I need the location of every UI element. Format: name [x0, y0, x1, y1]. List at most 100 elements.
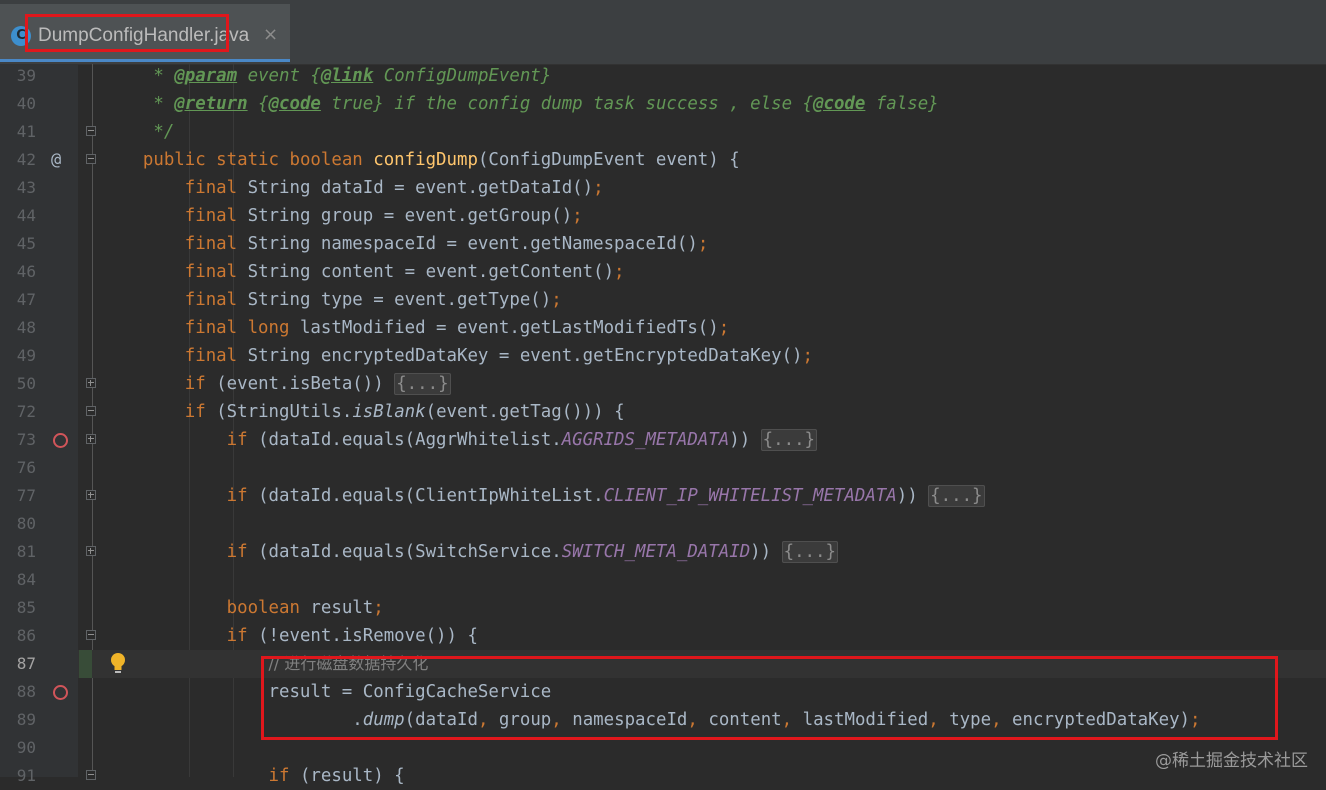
code-line[interactable]: 43 final String dataId = event.getDataId…: [0, 174, 1326, 202]
code-line[interactable]: 41 */: [0, 118, 1326, 146]
breakpoint-icon[interactable]: [53, 685, 68, 700]
code-line[interactable]: 47 final String type = event.getType();: [0, 286, 1326, 314]
fold-collapse-icon[interactable]: [86, 154, 96, 164]
code-line[interactable]: 49 final String encryptedDataKey = event…: [0, 342, 1326, 370]
folded-code-placeholder[interactable]: {...}: [928, 485, 985, 507]
code-line[interactable]: 73 if (dataId.equals(AggrWhitelist.AGGRI…: [0, 426, 1326, 454]
fold-collapse-icon[interactable]: [86, 770, 96, 780]
line-number[interactable]: 41: [0, 118, 36, 146]
fold-expand-icon[interactable]: [86, 546, 96, 556]
code-line[interactable]: 91 if (result) {: [0, 762, 1326, 790]
change-marker[interactable]: [79, 650, 92, 678]
line-number[interactable]: 84: [0, 566, 36, 594]
code-line[interactable]: 72 if (StringUtils.isBlank(event.getTag(…: [0, 398, 1326, 426]
fold-collapse-icon[interactable]: [86, 126, 96, 136]
fold-expand-icon[interactable]: [86, 434, 96, 444]
folded-code-placeholder[interactable]: {...}: [760, 429, 818, 451]
line-number[interactable]: 50: [0, 370, 36, 398]
code-line[interactable]: 39 * @param event {@link ConfigDumpEvent…: [0, 62, 1326, 90]
editor-tab-bar: C DumpConfigHandler.java ×: [0, 0, 1326, 65]
line-number[interactable]: 90: [0, 734, 36, 762]
line-number[interactable]: 89: [0, 706, 36, 734]
code-text: if (StringUtils.isBlank(event.getTag()))…: [101, 398, 625, 426]
line-number[interactable]: 39: [0, 62, 36, 90]
code-line[interactable]: 77 if (dataId.equals(ClientIpWhiteList.C…: [0, 482, 1326, 510]
fold-expand-icon[interactable]: [86, 490, 96, 500]
code-editor[interactable]: 39 * @param event {@link ConfigDumpEvent…: [0, 62, 1326, 786]
code-line[interactable]: 42 @ public static boolean configDump(Con…: [0, 146, 1326, 174]
line-number[interactable]: 72: [0, 398, 36, 426]
code-line[interactable]: 84: [0, 566, 1326, 594]
line-number[interactable]: 80: [0, 510, 36, 538]
code-text: final String group = event.getGroup();: [101, 202, 583, 230]
code-token: )): [896, 486, 929, 506]
code-token: SWITCH_META_DATAID: [561, 542, 751, 562]
code-line[interactable]: 81 if (dataId.equals(SwitchService.SWITC…: [0, 538, 1326, 566]
close-icon[interactable]: ×: [263, 24, 278, 45]
code-line[interactable]: 48 final long lastModified = event.getLa…: [0, 314, 1326, 342]
code-token: {: [247, 94, 269, 114]
folded-code-placeholder[interactable]: {...}: [781, 541, 838, 563]
line-number[interactable]: 45: [0, 230, 36, 258]
line-number[interactable]: 73: [0, 426, 36, 454]
code-line[interactable]: 44 final String group = event.getGroup()…: [0, 202, 1326, 230]
code-token: (dataId.equals(AggrWhitelist.: [258, 430, 562, 450]
code-token: (!event.isRemove()) {: [258, 626, 478, 646]
code-token: final: [184, 290, 248, 310]
fold-expand-icon[interactable]: [86, 378, 96, 388]
code-line[interactable]: 45 final String namespaceId = event.getN…: [0, 230, 1326, 258]
code-token: result: [310, 598, 374, 618]
line-number[interactable]: 86: [0, 622, 36, 650]
code-token: ConfigDumpEvent}: [373, 66, 552, 86]
code-line[interactable]: 76: [0, 454, 1326, 482]
code-token: final long: [184, 318, 300, 338]
code-token: ;: [373, 598, 384, 618]
breakpoint-icon[interactable]: [53, 433, 68, 448]
line-number[interactable]: 46: [0, 258, 36, 286]
line-number[interactable]: 81: [0, 538, 36, 566]
line-number[interactable]: 77: [0, 482, 36, 510]
line-number[interactable]: 76: [0, 454, 36, 482]
line-number[interactable]: 42: [0, 146, 36, 174]
line-number[interactable]: 44: [0, 202, 36, 230]
code-line[interactable]: 86 if (!event.isRemove()) {: [0, 622, 1326, 650]
code-text: final String type = event.getType();: [101, 286, 562, 314]
line-number[interactable]: 49: [0, 342, 36, 370]
line-number[interactable]: 47: [0, 286, 36, 314]
code-line[interactable]: 80: [0, 510, 1326, 538]
code-line[interactable]: 50 if (event.isBeta()) {...}: [0, 370, 1326, 398]
line-number[interactable]: 87: [0, 650, 36, 678]
line-number[interactable]: 48: [0, 314, 36, 342]
code-token: @link: [320, 66, 374, 86]
code-line[interactable]: 85 boolean result;: [0, 594, 1326, 622]
code-line[interactable]: 40 * @return {@code true} if the config …: [0, 90, 1326, 118]
override-icon[interactable]: @: [51, 146, 61, 174]
line-number[interactable]: 88: [0, 678, 36, 706]
line-number[interactable]: 85: [0, 594, 36, 622]
code-token: final: [184, 346, 248, 366]
code-text: if (dataId.equals(AggrWhitelist.AGGRIDS_…: [101, 426, 818, 454]
fold-collapse-icon[interactable]: [86, 630, 96, 640]
code-token: ;: [697, 234, 709, 254]
line-number[interactable]: 43: [0, 174, 36, 202]
fold-collapse-icon[interactable]: [86, 406, 96, 416]
code-token: configDump: [373, 150, 478, 170]
code-token: */: [101, 122, 175, 142]
code-token: if: [226, 486, 259, 506]
code-token: (result) {: [299, 766, 405, 786]
code-line[interactable]: 46 final String content = event.getConte…: [0, 258, 1326, 286]
code-token: if: [268, 766, 300, 786]
line-number[interactable]: 91: [0, 762, 36, 790]
code-token: String content = event.getContent(): [247, 262, 615, 282]
code-token: (event.getTag())) {: [425, 402, 625, 422]
code-text: final String namespaceId = event.getName…: [101, 230, 709, 258]
line-number[interactable]: 40: [0, 90, 36, 118]
folded-code-placeholder[interactable]: {...}: [394, 373, 451, 395]
